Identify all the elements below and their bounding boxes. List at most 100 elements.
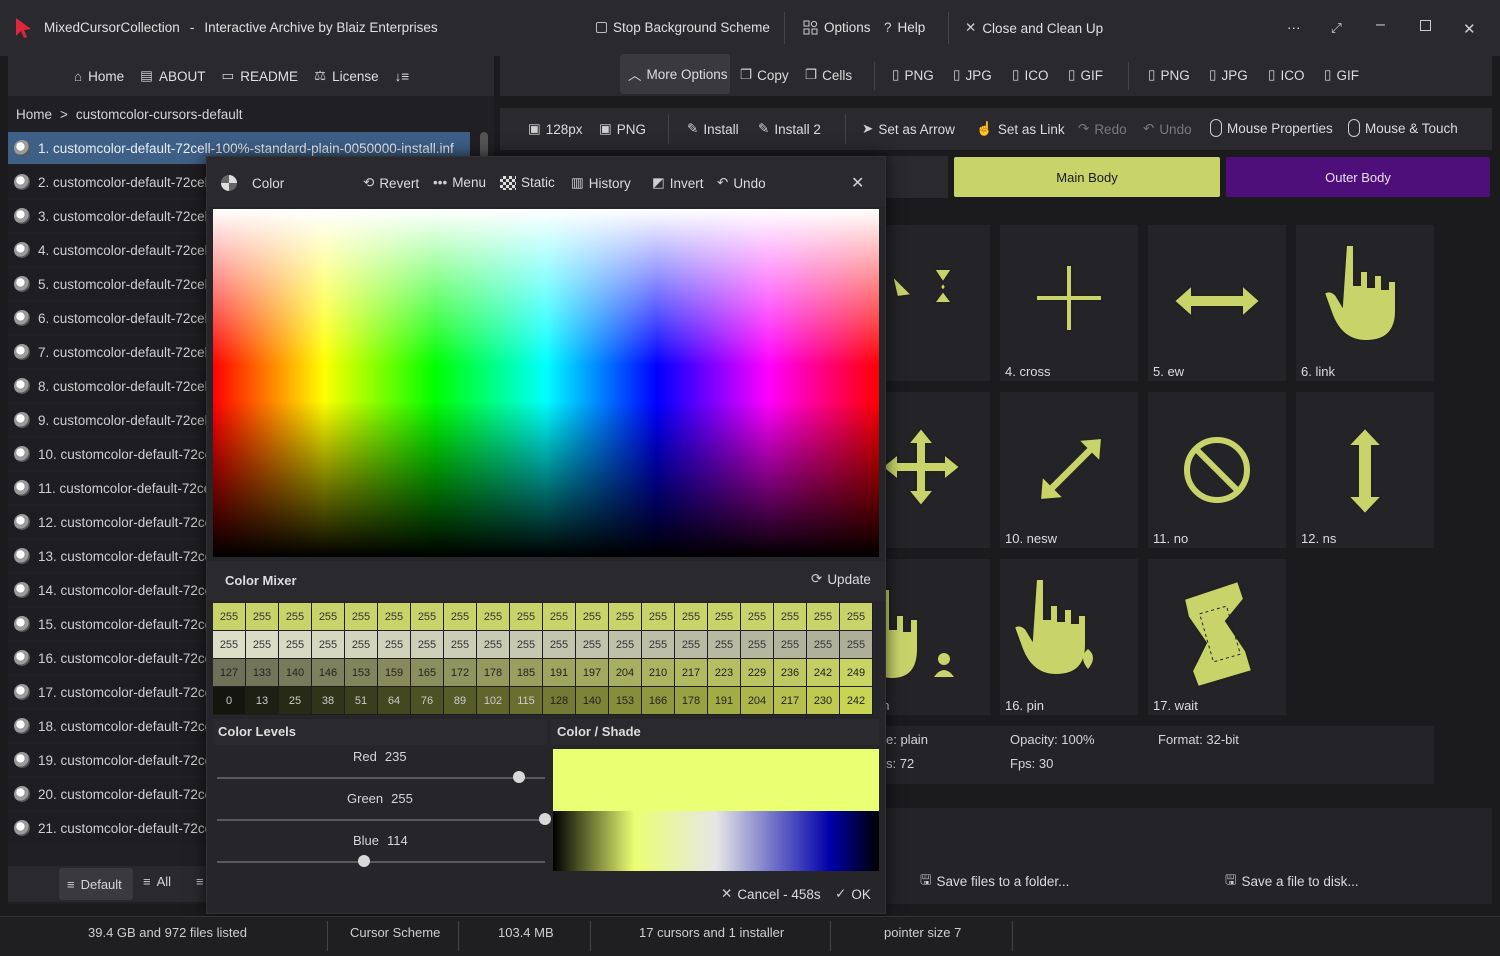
mixer-cell[interactable]: 236 — [774, 659, 807, 687]
cursor-cell[interactable]: 6. link — [1296, 225, 1434, 381]
mixer-cell[interactable]: 255 — [510, 631, 543, 659]
jpg-export-button[interactable]: ▯ JPG — [953, 67, 992, 83]
mixer-cell[interactable]: 159 — [378, 659, 411, 687]
mixer-cell[interactable]: 255 — [378, 603, 411, 631]
dialog-undo-button[interactable]: ↶ Undo — [717, 175, 766, 191]
mixer-cell[interactable]: 255 — [543, 631, 576, 659]
mixer-cell[interactable]: 133 — [246, 659, 279, 687]
outer-body-tab[interactable]: Outer Body — [1226, 157, 1490, 197]
mixer-cell[interactable]: 153 — [345, 659, 378, 687]
mixer-cell[interactable]: 255 — [312, 631, 345, 659]
more-menu-button[interactable]: ··· — [1287, 20, 1301, 35]
redo-button[interactable]: ↷ Redo — [1078, 121, 1127, 137]
undo-button[interactable]: ↶ Undo — [1143, 121, 1192, 137]
mixer-cell[interactable]: 242 — [840, 687, 873, 715]
cursor-cell[interactable]: 17. wait — [1148, 559, 1286, 715]
nav-license[interactable]: ⚖ License — [314, 68, 379, 84]
mixer-cell[interactable]: 255 — [708, 631, 741, 659]
close-and-clean-up-button[interactable]: ✕ Close and Clean Up — [965, 20, 1103, 36]
png-export-button[interactable]: ▯ PNG — [892, 67, 934, 83]
color-spectrum[interactable] — [213, 209, 879, 557]
mixer-cell[interactable]: 255 — [312, 603, 345, 631]
cells-button[interactable]: ❐ Cells — [805, 67, 852, 83]
mixer-cell[interactable]: 255 — [840, 603, 873, 631]
stop-background-scheme-checkbox[interactable]: Stop Background Scheme — [596, 20, 770, 35]
mixer-cell[interactable]: 13 — [246, 687, 279, 715]
mixer-cell[interactable]: 255 — [741, 603, 774, 631]
all-view-button[interactable]: ≡ All — [143, 874, 171, 889]
mixer-cell[interactable]: 127 — [213, 659, 246, 687]
mixer-cell[interactable]: 255 — [345, 603, 378, 631]
mixer-cell[interactable]: 255 — [807, 603, 840, 631]
minimize-button[interactable]: – — [1376, 16, 1385, 34]
install-2-button[interactable]: ✎ Install 2 — [758, 121, 821, 137]
update-button[interactable]: ⟳ Update — [811, 571, 871, 587]
mixer-cell[interactable]: 146 — [312, 659, 345, 687]
mixer-cell[interactable]: 255 — [279, 631, 312, 659]
mixer-cell[interactable]: 255 — [609, 631, 642, 659]
history-button[interactable]: ▥ History — [571, 175, 631, 191]
size-button[interactable]: ▣ 128px — [528, 121, 583, 137]
mixer-cell[interactable]: 249 — [840, 659, 873, 687]
save-to-folder-button[interactable]: 🖫 Save files to a folder... — [920, 870, 1069, 893]
nav-readme[interactable]: ▭ README — [221, 68, 298, 84]
mixer-cell[interactable]: 38 — [312, 687, 345, 715]
list-scrollbar[interactable] — [480, 132, 488, 158]
cursor-cell[interactable]: 16. pin — [1000, 559, 1138, 715]
mixer-cell[interactable]: 165 — [411, 659, 444, 687]
breadcrumb-current[interactable]: customcolor-cursors-default — [76, 107, 243, 122]
mixer-cell[interactable]: 255 — [774, 603, 807, 631]
mixer-cell[interactable]: 255 — [477, 631, 510, 659]
help-button[interactable]: ? Help — [884, 20, 925, 35]
mixer-cell[interactable]: 255 — [642, 631, 675, 659]
mixer-cell[interactable]: 255 — [675, 603, 708, 631]
mixer-cell[interactable]: 140 — [279, 659, 312, 687]
mixer-cell[interactable]: 76 — [411, 687, 444, 715]
more-view-button[interactable]: ≡ — [196, 874, 204, 889]
mixer-cell[interactable]: 255 — [774, 631, 807, 659]
mixer-cell[interactable]: 255 — [609, 603, 642, 631]
mixer-cell[interactable]: 217 — [774, 687, 807, 715]
invert-button[interactable]: ◩ Invert — [652, 175, 704, 191]
set-as-arrow-button[interactable]: ➤ Set as Arrow — [862, 121, 955, 137]
install-button[interactable]: ✎ Install — [687, 121, 739, 137]
mixer-cell[interactable]: 140 — [576, 687, 609, 715]
mixer-cell[interactable]: 255 — [246, 603, 279, 631]
mixer-cell[interactable]: 255 — [213, 631, 246, 659]
mixer-cell[interactable]: 230 — [807, 687, 840, 715]
red-slider-thumb[interactable] — [513, 771, 526, 783]
mouse-properties-button[interactable]: Mouse Properties — [1210, 119, 1333, 137]
mixer-cell[interactable]: 255 — [411, 631, 444, 659]
options-button[interactable]: Options — [803, 20, 871, 35]
mixer-cell[interactable]: 255 — [741, 631, 774, 659]
png-export-button-2[interactable]: ▯ PNG — [1148, 67, 1190, 83]
red-slider-track[interactable] — [217, 777, 545, 779]
green-slider-track[interactable] — [217, 819, 545, 821]
mixer-cell[interactable]: 255 — [510, 603, 543, 631]
save-to-disk-button[interactable]: 🖫 Save a file to disk... — [1225, 870, 1359, 893]
mixer-cell[interactable]: 255 — [576, 603, 609, 631]
mixer-cell[interactable]: 102 — [477, 687, 510, 715]
green-slider-thumb[interactable] — [539, 813, 551, 825]
mixer-cell[interactable]: 255 — [477, 603, 510, 631]
blue-slider-track[interactable] — [217, 861, 545, 863]
mixer-cell[interactable]: 255 — [675, 631, 708, 659]
mixer-cell[interactable]: 172 — [444, 659, 477, 687]
sort-button[interactable]: ↓≡ — [395, 69, 410, 84]
main-body-tab[interactable]: Main Body — [954, 157, 1220, 197]
mixer-cell[interactable]: 255 — [411, 603, 444, 631]
mixer-cell[interactable]: 255 — [807, 631, 840, 659]
mixer-cell[interactable]: 166 — [642, 687, 675, 715]
cursor-cell[interactable]: 5. ew — [1148, 225, 1286, 381]
set-as-link-button[interactable]: ☝ Set as Link — [976, 121, 1065, 137]
ok-button[interactable]: ✓ OK — [835, 886, 871, 902]
mixer-cell[interactable]: 255 — [840, 631, 873, 659]
mixer-cell[interactable]: 255 — [444, 631, 477, 659]
shade-gradient[interactable] — [553, 811, 879, 871]
ico-export-button[interactable]: ▯ ICO — [1012, 67, 1048, 83]
mixer-cell[interactable]: 210 — [642, 659, 675, 687]
mixer-cell[interactable]: 191 — [708, 687, 741, 715]
mixer-cell[interactable]: 185 — [510, 659, 543, 687]
cancel-button[interactable]: ✕ Cancel - 458s — [721, 886, 821, 902]
mixer-cell[interactable]: 255 — [444, 603, 477, 631]
